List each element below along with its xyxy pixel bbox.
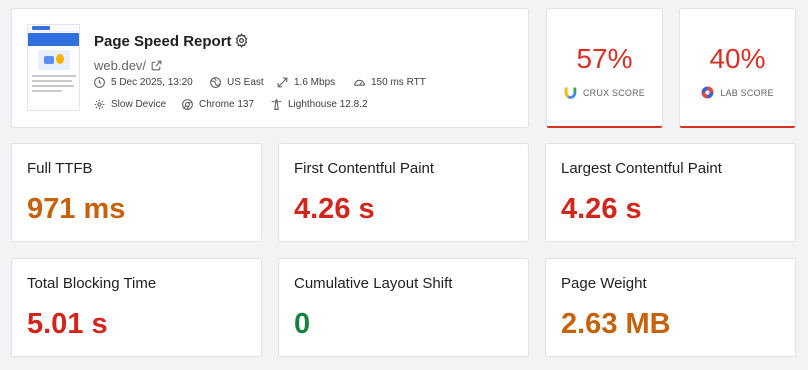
lab-logo-icon <box>701 86 714 99</box>
chrome-icon <box>182 99 193 110</box>
meta-device: Slow Device <box>93 98 166 111</box>
metric-value: 2.63 MB <box>561 308 671 340</box>
crux-score-value: 57% <box>576 43 633 74</box>
metric-card-total-blocking-time[interactable]: Total Blocking Time 5.01 s <box>11 258 262 357</box>
meta-date-text: 5 Dec 2025, 13:20 <box>111 77 193 88</box>
lab-score-label: LAB SCORE <box>680 86 795 99</box>
metric-label: First Contentful Paint <box>294 160 435 177</box>
metric-card-largest-contentful-paint[interactable]: Largest Contentful Paint 4.26 s <box>545 143 796 242</box>
metric-value: 0 <box>294 308 311 340</box>
meta-latency-text: 150 ms RTT <box>371 77 426 88</box>
crux-logo-icon <box>564 87 577 99</box>
metric-value: 5.01 s <box>27 308 108 340</box>
meta-bandwidth: 1.6 Mbps <box>276 76 335 89</box>
metric-value: 4.26 s <box>294 193 375 225</box>
metric-label: Total Blocking Time <box>27 275 157 292</box>
meta-browser: Chrome 137 <box>181 98 254 111</box>
bandwidth-icon <box>277 77 288 88</box>
crux-score-label-text: CRUX SCORE <box>582 87 645 98</box>
gear-icon[interactable] <box>234 33 249 48</box>
clock-icon <box>94 77 105 88</box>
crux-score-label: CRUX SCORE <box>547 86 662 99</box>
meta-lighthouse: Lighthouse 12.8.2 <box>270 98 368 111</box>
thumbnail-illustration <box>38 50 70 70</box>
metric-card-page-weight[interactable]: Page Weight 2.63 MB <box>545 258 796 357</box>
cpu-gear-icon <box>94 99 105 110</box>
thumbnail-hero-banner <box>28 33 79 46</box>
report-url-link[interactable]: web.dev/ <box>94 58 146 73</box>
meta-latency: 150 ms RTT <box>353 76 426 89</box>
crux-score-card[interactable]: 57% CRUX SCORE <box>546 8 663 128</box>
meta-date: 5 Dec 2025, 13:20 <box>93 76 193 89</box>
metric-label: Page Weight <box>561 275 647 292</box>
external-link-icon[interactable] <box>150 59 163 72</box>
lab-score-value: 40% <box>709 43 766 74</box>
gauge-icon <box>354 79 365 86</box>
meta-location-text: US East <box>227 77 264 88</box>
metric-label: Largest Contentful Paint <box>561 160 722 177</box>
lab-score-card[interactable]: 40% LAB SCORE <box>679 8 796 128</box>
meta-bandwidth-text: 1.6 Mbps <box>294 77 336 88</box>
metric-card-cumulative-layout-shift[interactable]: Cumulative Layout Shift 0 <box>278 258 529 357</box>
globe-icon <box>210 77 221 88</box>
metric-card-first-contentful-paint[interactable]: First Contentful Paint 4.26 s <box>278 143 529 242</box>
metric-label: Full TTFB <box>27 160 93 177</box>
meta-location: US East <box>209 76 264 89</box>
metric-card-full-ttfb[interactable]: Full TTFB 971 ms <box>11 143 262 242</box>
metric-label: Cumulative Layout Shift <box>294 275 453 292</box>
metric-value: 971 ms <box>27 193 126 225</box>
page-screenshot-thumbnail[interactable] <box>27 24 80 111</box>
lab-score-label-text: LAB SCORE <box>720 87 774 98</box>
meta-device-text: Slow Device <box>111 99 167 110</box>
lighthouse-icon <box>271 99 282 110</box>
report-title: Page Speed Report <box>94 33 232 50</box>
site-logo <box>32 26 50 30</box>
meta-lighthouse-text: Lighthouse 12.8.2 <box>288 99 368 110</box>
metric-value: 4.26 s <box>561 193 642 225</box>
meta-browser-text: Chrome 137 <box>199 99 255 110</box>
report-summary-card: Page Speed Report web.dev/ 5 Dec 2025, 1… <box>11 8 529 128</box>
